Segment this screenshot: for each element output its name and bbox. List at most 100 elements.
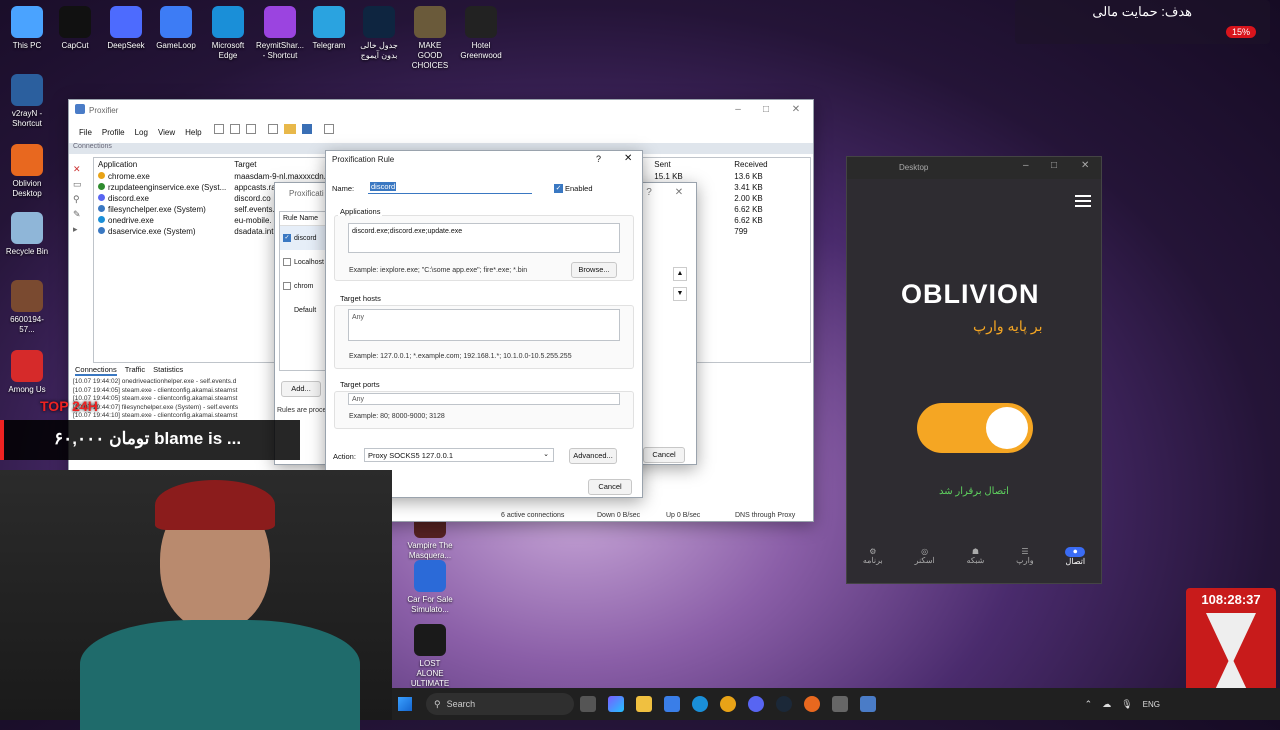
desktop-icon[interactable]: 6600194-57...: [3, 280, 51, 335]
desktop-icon[interactable]: جدول خالی بدون آیموج: [355, 6, 403, 61]
microphone-icon[interactable]: 🎙: [1121, 699, 1132, 710]
tools-icon[interactable]: ✎: [73, 207, 89, 222]
oblivion-minimize-button[interactable]: –: [1023, 160, 1029, 171]
desktop-icon[interactable]: DeepSeek: [102, 6, 150, 51]
desktop-icon[interactable]: CapCut: [51, 6, 99, 51]
col-sent[interactable]: Sent: [650, 158, 730, 171]
action-select[interactable]: Proxy SOCKS5 127.0.0.1 ⌄: [364, 448, 554, 462]
desktop-icon[interactable]: ReymitShar... - Shortcut: [256, 6, 304, 61]
hamburger-menu-icon[interactable]: [1075, 195, 1091, 207]
toolbar-export-icon[interactable]: [324, 124, 334, 134]
toolbar-open-icon[interactable]: [284, 124, 296, 134]
menu-log[interactable]: Log: [135, 128, 148, 137]
chrome-icon[interactable]: [720, 696, 736, 712]
close-connection-icon[interactable]: ✕: [73, 162, 89, 177]
rule-checkbox[interactable]: [283, 258, 291, 266]
desktop-icon[interactable]: Recycle Bin: [3, 212, 51, 257]
toolbar-new-icon[interactable]: [268, 124, 278, 134]
details-icon[interactable]: ▭: [73, 177, 89, 192]
col-received[interactable]: Received: [730, 158, 810, 171]
move-down-button[interactable]: ▼: [673, 287, 687, 301]
tab-statistics[interactable]: Statistics: [153, 365, 183, 376]
tab-traffic[interactable]: Traffic: [125, 365, 145, 376]
desktop-icon[interactable]: GameLoop: [152, 6, 200, 51]
menu-profile[interactable]: Profile: [102, 128, 125, 137]
oblivion-close-button[interactable]: ✕: [1081, 160, 1089, 171]
copilot-icon[interactable]: [608, 696, 624, 712]
toolbar-settings-icon[interactable]: [246, 124, 256, 134]
rule-item[interactable]: ✓ discord: [280, 226, 330, 250]
target-ports-input[interactable]: Any: [348, 393, 620, 405]
taskbar-search[interactable]: ⚲ Search: [426, 693, 574, 715]
desktop-icon[interactable]: This PC: [3, 6, 51, 51]
proxifier-taskbar-icon[interactable]: [860, 696, 876, 712]
cell-app: chrome.exe: [94, 171, 230, 182]
advanced-button[interactable]: Advanced...: [569, 448, 617, 464]
desktop-icon[interactable]: Telegram: [305, 6, 353, 51]
desktop-icon[interactable]: Car For Sale Simulato...: [406, 560, 454, 615]
target-ports-example: Example: 80; 8000-9000; 3128: [349, 413, 445, 420]
rule-item[interactable]: chrom: [280, 274, 330, 298]
oblivion-maximize-button[interactable]: □: [1051, 160, 1057, 171]
close-button[interactable]: ✕: [789, 103, 803, 117]
desktop-icon[interactable]: LOST ALONE ULTIMATE: [406, 624, 454, 689]
rule-checkbox[interactable]: [283, 282, 291, 290]
taskview-icon[interactable]: [580, 696, 596, 712]
store-icon[interactable]: [664, 696, 680, 712]
language-indicator[interactable]: ENG: [1143, 700, 1160, 709]
connect-toggle[interactable]: [917, 403, 1033, 453]
menu-file[interactable]: File: [79, 128, 92, 137]
tray-chevron-icon[interactable]: ⌃: [1085, 699, 1093, 710]
toolbar-grid-icon[interactable]: [230, 124, 240, 134]
rules-help-icon[interactable]: ?: [642, 186, 656, 200]
desktop-icon[interactable]: Microsoft Edge: [204, 6, 252, 61]
steam-icon[interactable]: [776, 696, 792, 712]
nav-app[interactable]: ⚙ برنامه: [863, 547, 883, 566]
dialog-close-button[interactable]: ✕: [624, 153, 632, 164]
maximize-button[interactable]: □: [759, 103, 773, 117]
dialog-cancel-button[interactable]: Cancel: [588, 479, 632, 495]
nav-connect[interactable]: ⏺ اتصال: [1065, 547, 1086, 566]
discord-icon[interactable]: [748, 696, 764, 712]
arrow-app-icon[interactable]: [832, 696, 848, 712]
rule-item[interactable]: Default: [280, 298, 330, 322]
move-up-button[interactable]: ▲: [673, 267, 687, 281]
cloud-icon[interactable]: ☁: [1102, 699, 1111, 710]
app-shortcut-icon: [465, 6, 497, 38]
bottom-tabs: Connections Traffic Statistics: [69, 365, 183, 376]
rules-close-button[interactable]: ✕: [672, 186, 686, 200]
rules-cancel-button[interactable]: Cancel: [643, 447, 685, 463]
add-rule-button[interactable]: Add...: [281, 381, 321, 397]
toolbar-save-icon[interactable]: [302, 124, 312, 134]
expand-icon[interactable]: ▸: [73, 222, 89, 237]
app-shortcut-icon: [11, 74, 43, 106]
desktop-icon[interactable]: Among Us: [3, 350, 51, 395]
oblivion-taskbar-icon[interactable]: [804, 696, 820, 712]
dialog-help-button[interactable]: ?: [596, 154, 601, 164]
col-application[interactable]: Application: [94, 158, 230, 171]
menu-help[interactable]: Help: [185, 128, 201, 137]
desktop-icon[interactable]: Hotel Greenwood: [457, 6, 505, 61]
nav-warp[interactable]: ☰ وارپ: [1016, 547, 1033, 566]
start-button[interactable]: [398, 697, 412, 711]
desktop-icon[interactable]: MAKE GOOD CHOICES: [406, 6, 454, 71]
nav-network[interactable]: ☗ شبکه: [967, 547, 985, 566]
desktop-icon-label: v2rayN - Shortcut: [11, 109, 43, 128]
name-input[interactable]: discord: [368, 181, 532, 194]
toolbar-list-icon[interactable]: [214, 124, 224, 134]
minimize-button[interactable]: –: [731, 103, 745, 117]
browse-button[interactable]: Browse...: [571, 262, 617, 278]
desktop-icon[interactable]: v2rayN - Shortcut: [3, 74, 51, 129]
desktop-icon[interactable]: Oblivion Desktop: [3, 144, 51, 199]
edge-icon[interactable]: [692, 696, 708, 712]
rule-checkbox[interactable]: ✓: [283, 234, 291, 242]
rule-item[interactable]: Localhost: [280, 250, 330, 274]
target-hosts-input[interactable]: Any: [348, 309, 620, 341]
menu-view[interactable]: View: [158, 128, 175, 137]
nav-scanner[interactable]: ◎ اسکنر: [915, 547, 935, 566]
search-icon[interactable]: ⚲: [73, 192, 89, 207]
tab-connections[interactable]: Connections: [75, 365, 117, 376]
file-explorer-icon[interactable]: [636, 696, 652, 712]
applications-input[interactable]: discord.exe;discord.exe;update.exe: [348, 223, 620, 253]
enabled-checkbox[interactable]: ✓: [554, 184, 563, 193]
